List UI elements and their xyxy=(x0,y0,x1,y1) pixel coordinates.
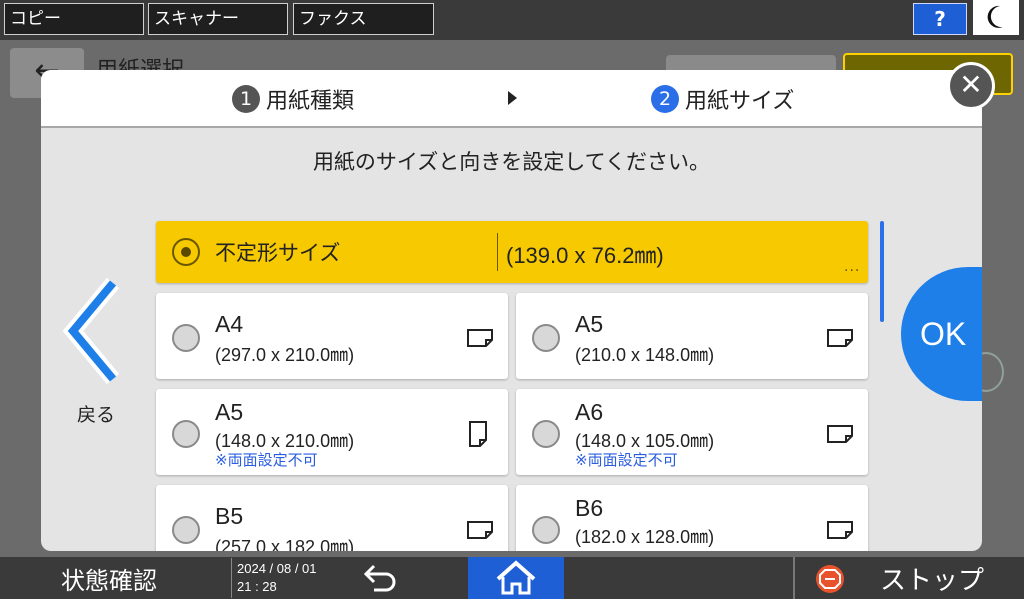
step-2-number: 2 xyxy=(651,85,679,113)
sleep-button[interactable] xyxy=(973,0,1019,35)
status-check-button[interactable]: 状態確認 xyxy=(61,561,157,596)
step-1-number: 1 xyxy=(232,85,260,113)
option-dimensions: (182.0 x 128.0㎜) xyxy=(575,527,715,547)
option-dimensions: (139.0 x 76.2㎜) xyxy=(506,243,664,268)
landscape-paper-icon xyxy=(827,521,853,539)
step-2-label: 用紙サイズ xyxy=(685,89,795,114)
radio-selected[interactable] xyxy=(172,238,200,266)
step-header: 1 用紙種類 2 用紙サイズ xyxy=(41,70,982,128)
duplex-warning: ※両面設定不可 xyxy=(215,451,318,469)
step-1-label: 用紙種類 xyxy=(266,89,355,114)
tab-scanner[interactable]: スキャナー xyxy=(148,3,288,35)
step-2: 2 用紙サイズ xyxy=(651,83,794,115)
option-a5-landscape[interactable]: A5 (210.0 x 148.0㎜) xyxy=(516,293,868,379)
home-button[interactable] xyxy=(468,557,564,599)
bottom-bar: 状態確認 2024 / 08 / 01 21 : 28 ストップ xyxy=(0,557,1024,599)
option-name: A5 xyxy=(215,399,244,425)
scrollbar[interactable] xyxy=(880,221,884,322)
option-name: B6 xyxy=(575,495,604,521)
tab-fax[interactable]: ファクス xyxy=(293,3,434,35)
radio[interactable] xyxy=(532,516,560,544)
option-b5[interactable]: B5 (257.0 x 182.0㎜) xyxy=(156,485,508,551)
help-button[interactable]: ? xyxy=(913,3,967,35)
date: 2024 / 08 / 01 xyxy=(237,561,317,576)
moon-icon xyxy=(987,5,1003,28)
instruction-text: 用紙のサイズと向きを設定してください。 xyxy=(312,150,711,174)
option-name: 不定形サイズ xyxy=(215,241,341,265)
stop-icon xyxy=(816,565,844,593)
radio[interactable] xyxy=(172,324,200,352)
date-time: 2024 / 08 / 01 21 : 28 xyxy=(231,558,330,598)
option-custom-size[interactable]: 不定形サイズ (139.0 x 76.2㎜) ··· xyxy=(156,221,868,283)
radio[interactable] xyxy=(172,420,200,448)
option-dimensions: (297.0 x 210.0㎜) xyxy=(215,345,355,365)
option-b6[interactable]: B6 (182.0 x 128.0㎜) xyxy=(516,485,868,551)
option-name: A6 xyxy=(575,399,604,425)
step-1: 1 用紙種類 xyxy=(232,83,354,115)
stop-button[interactable]: ストップ xyxy=(793,557,1024,599)
option-dimensions: (210.0 x 148.0㎜) xyxy=(575,345,715,365)
chevron-left-icon[interactable] xyxy=(61,275,125,387)
radio[interactable] xyxy=(532,324,560,352)
undo-arrow-icon xyxy=(363,564,396,592)
tab-copy[interactable]: コピー xyxy=(4,3,144,35)
undo-button[interactable] xyxy=(358,562,402,594)
option-dimensions: (257.0 x 182.0㎜) xyxy=(215,537,355,551)
landscape-paper-icon xyxy=(827,425,853,443)
top-bar: コピー スキャナー ファクス ? xyxy=(0,0,1024,40)
back-label[interactable]: 戻る xyxy=(77,400,115,427)
close-button[interactable]: ✕ xyxy=(947,62,995,110)
option-name: B5 xyxy=(215,503,244,529)
more-icon: ··· xyxy=(844,263,861,279)
stop-label: ストップ xyxy=(880,566,985,596)
portrait-paper-icon xyxy=(469,421,487,447)
divider xyxy=(497,233,498,271)
paper-size-dialog: 1 用紙種類 2 用紙サイズ 用紙のサイズと向きを設定してください。 戻る 不定… xyxy=(41,70,982,551)
radio[interactable] xyxy=(172,516,200,544)
option-name: A5 xyxy=(575,311,604,337)
ok-button[interactable]: OK xyxy=(901,267,982,401)
option-a5-portrait[interactable]: A5 (148.0 x 210.0㎜) ※両面設定不可 xyxy=(156,389,508,475)
option-a6[interactable]: A6 (148.0 x 105.0㎜) ※両面設定不可 xyxy=(516,389,868,475)
duplex-warning: ※両面設定不可 xyxy=(575,451,678,469)
landscape-paper-icon xyxy=(467,521,493,539)
radio[interactable] xyxy=(532,420,560,448)
landscape-paper-icon xyxy=(467,329,493,347)
home-icon xyxy=(496,560,536,595)
landscape-paper-icon xyxy=(827,329,853,347)
time: 21 : 28 xyxy=(237,579,277,594)
option-name: A4 xyxy=(215,311,244,337)
step-arrow-icon xyxy=(508,91,517,105)
option-a4[interactable]: A4 (297.0 x 210.0㎜) xyxy=(156,293,508,379)
